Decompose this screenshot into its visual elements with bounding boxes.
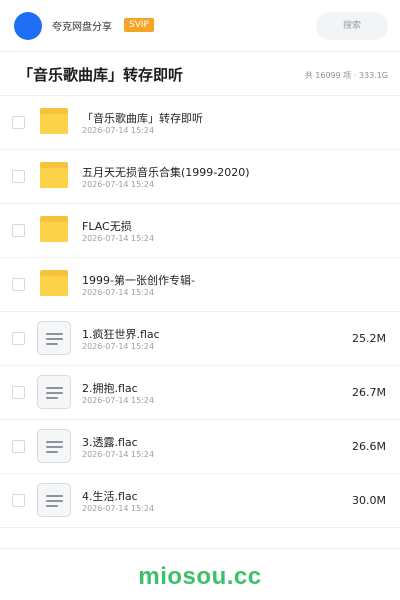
search-input[interactable]: 搜索 — [316, 12, 388, 40]
item-date: 2026-07-14 15:24 — [82, 180, 155, 189]
checkbox[interactable] — [12, 224, 25, 237]
list-item[interactable]: 3.透露.flac 2026-07-14 15:24 26.6M — [0, 420, 400, 474]
list-item[interactable]: 1.疯狂世界.flac 2026-07-14 15:24 25.2M — [0, 312, 400, 366]
item-size: 26.6M — [352, 440, 386, 453]
folder-title-bar: 「音乐歌曲库」转存即听 共 16099 项 · 333.1G — [0, 52, 400, 96]
list-item[interactable]: 4.生活.flac 2026-07-14 15:24 30.0M — [0, 474, 400, 528]
folder-icon — [40, 270, 68, 296]
item-date: 2026-07-14 15:24 — [82, 396, 155, 405]
item-date: 2026-07-14 15:24 — [82, 288, 155, 297]
item-name: 3.透露.flac — [82, 436, 138, 449]
item-name: FLAC无损 — [82, 220, 132, 233]
item-name: 1999-第一张创作专辑- — [82, 274, 195, 287]
checkbox[interactable] — [12, 278, 25, 291]
item-date: 2026-07-14 15:24 — [82, 504, 155, 513]
item-name: 五月天无损音乐合集(1999-2020) — [82, 166, 250, 179]
item-date: 2026-07-14 15:24 — [82, 450, 155, 459]
watermark-text: miosou.cc — [138, 563, 262, 590]
list-item[interactable]: 「音乐歌曲库」转存即听 2026-07-14 15:24 — [0, 96, 400, 150]
page-title: 「音乐歌曲库」转存即听 — [18, 66, 184, 84]
checkbox[interactable] — [12, 116, 25, 129]
folder-icon — [40, 108, 68, 134]
file-icon — [37, 321, 71, 355]
folder-icon — [40, 162, 68, 188]
checkbox[interactable] — [12, 170, 25, 183]
item-name: 1.疯狂世界.flac — [82, 328, 160, 341]
checkbox[interactable] — [12, 440, 25, 453]
item-name: 「音乐歌曲库」转存即听 — [82, 112, 203, 125]
share-page: 夸克网盘分享 SVIP 搜索 「音乐歌曲库」转存即听 共 16099 项 · 3… — [0, 0, 400, 600]
item-name: 2.拥抱.flac — [82, 382, 138, 395]
item-date: 2026-07-14 15:24 — [82, 126, 155, 135]
folder-icon — [40, 216, 68, 242]
file-icon — [37, 375, 71, 409]
item-date: 2026-07-14 15:24 — [82, 342, 155, 351]
sharer-name: 夸克网盘分享 — [52, 22, 112, 33]
list-item[interactable]: 五月天无损音乐合集(1999-2020) 2026-07-14 15:24 — [0, 150, 400, 204]
header: 夸克网盘分享 SVIP 搜索 — [0, 0, 400, 52]
checkbox[interactable] — [12, 332, 25, 345]
folder-stats: 共 16099 项 · 333.1G — [304, 71, 388, 80]
item-name: 4.生活.flac — [82, 490, 138, 503]
list-item[interactable]: 1999-第一张创作专辑- 2026-07-14 15:24 — [0, 258, 400, 312]
item-size: 25.2M — [352, 332, 386, 345]
file-list: 「音乐歌曲库」转存即听 2026-07-14 15:24 五月天无损音乐合集(1… — [0, 96, 400, 528]
item-date: 2026-07-14 15:24 — [82, 234, 155, 243]
item-size: 30.0M — [352, 494, 386, 507]
list-item[interactable]: 2.拥抱.flac 2026-07-14 15:24 26.7M — [0, 366, 400, 420]
list-item[interactable]: FLAC无损 2026-07-14 15:24 — [0, 204, 400, 258]
file-icon — [37, 483, 71, 517]
avatar[interactable] — [14, 12, 42, 40]
checkbox[interactable] — [12, 386, 25, 399]
svip-badge: SVIP — [124, 18, 154, 32]
footer: miosou.cc — [0, 548, 400, 600]
checkbox[interactable] — [12, 494, 25, 507]
item-size: 26.7M — [352, 386, 386, 399]
file-icon — [37, 429, 71, 463]
